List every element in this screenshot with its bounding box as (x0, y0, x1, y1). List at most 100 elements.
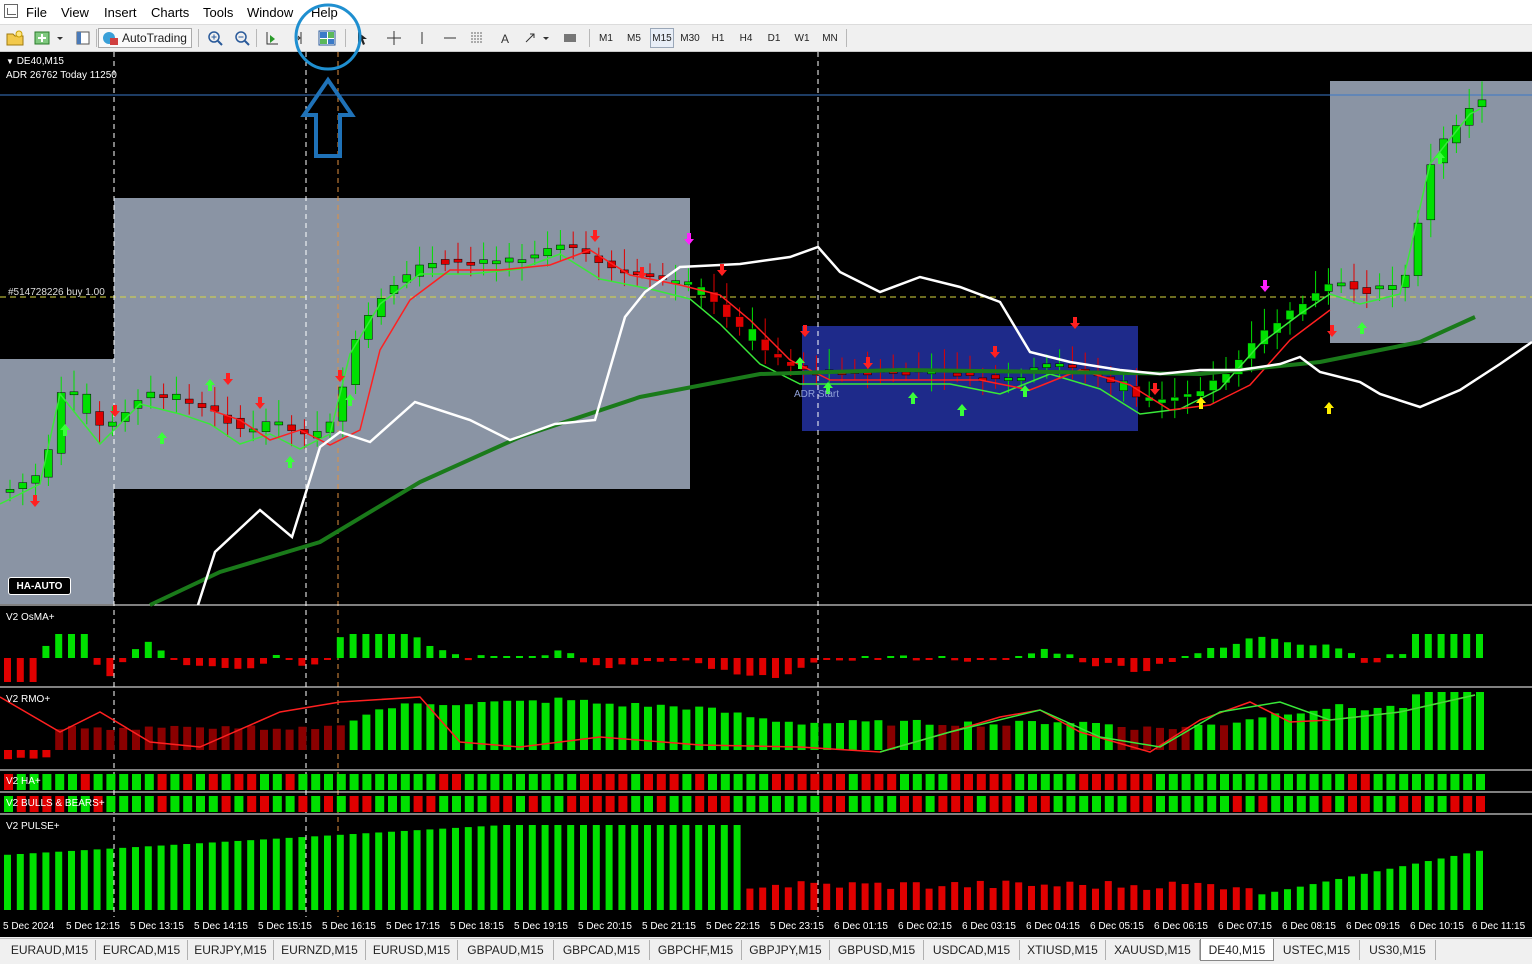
timeframe-m15[interactable]: M15 (650, 28, 674, 48)
timeframe-m1[interactable]: M1 (594, 28, 618, 48)
rmo-bar (1015, 720, 1024, 750)
rmo-bar (1309, 710, 1318, 750)
tab-ustec[interactable]: USTEC,M15 (1274, 940, 1360, 960)
bulls-bears-bar (1412, 796, 1421, 812)
osma-bar (93, 658, 101, 665)
ha-strip-bar (925, 774, 935, 790)
tab-euraud[interactable]: EURAUD,M15 (4, 940, 96, 960)
text-tool-icon[interactable]: A (494, 28, 516, 48)
tab-eurcad[interactable]: EURCAD,M15 (96, 940, 188, 960)
tab-usdcad[interactable]: USDCAD,M15 (924, 940, 1020, 960)
zoom-in-icon[interactable] (204, 28, 226, 48)
osma-bar (464, 658, 472, 661)
ha-strip-bar (1028, 774, 1037, 790)
pulse-bar (669, 825, 677, 910)
menu-charts[interactable]: Charts (151, 5, 189, 20)
annotation-overlay (294, 3, 362, 158)
crosshair-icon[interactable] (383, 28, 405, 48)
tab-gbpcad[interactable]: GBPCAD,M15 (554, 940, 650, 960)
tab-xtiusd[interactable]: XTIUSD,M15 (1020, 940, 1106, 960)
rmo-bar (1002, 725, 1011, 750)
tab-xauusd[interactable]: XAUUSD,M15 (1106, 940, 1200, 960)
rmo-bar (375, 709, 384, 750)
bulls-bears-bar (272, 796, 282, 812)
tab-eurusd[interactable]: EURUSD,M15 (366, 940, 458, 960)
horizontal-line-icon[interactable] (439, 28, 461, 48)
time-label: 6 Dec 02:15 (898, 921, 952, 932)
pulse-bar (516, 825, 523, 910)
timeframe-h4[interactable]: H4 (734, 28, 758, 48)
tab-gbpusd[interactable]: GBPUSD,M15 (830, 940, 924, 960)
rmo-bar (605, 703, 614, 750)
timeframe-w1[interactable]: W1 (790, 28, 814, 48)
pulse-bar (106, 848, 114, 910)
trendline-icon[interactable] (466, 28, 488, 48)
osma-bar (29, 658, 37, 682)
chart-canvas[interactable] (0, 52, 1532, 917)
order-line-label[interactable]: #514728226 buy 1.00 (8, 287, 105, 298)
auto-scroll-icon[interactable] (261, 28, 283, 48)
tab-eurnzd[interactable]: EURNZD,M15 (274, 940, 366, 960)
osma-bar (106, 658, 114, 677)
pulse-bar (554, 825, 562, 910)
timeframe-m5[interactable]: M5 (622, 28, 646, 48)
arrows-tool-icon[interactable] (522, 28, 552, 48)
timeframe-d1[interactable]: D1 (762, 28, 786, 48)
tab-gbpaud[interactable]: GBPAUD,M15 (458, 940, 554, 960)
ha-strip-bar (784, 774, 794, 790)
osma-bar (1079, 658, 1087, 663)
autotrading-button[interactable]: AutoTrading (98, 28, 192, 48)
timeframe-m30[interactable]: M30 (678, 28, 702, 48)
ha-strip-bar (1066, 774, 1076, 790)
time-label: 5 Dec 16:15 (322, 921, 376, 932)
chart-area[interactable]: ▼ DE40,M15 ADR 26762 Today 11250 #514728… (0, 52, 1532, 917)
ha-strip-bar (311, 774, 321, 790)
tab-eurjpy[interactable]: EURJPY,M15 (188, 940, 274, 960)
ha-strip-bar (1271, 774, 1281, 790)
timeframe-mn[interactable]: MN (818, 28, 842, 48)
zoom-out-icon[interactable] (231, 28, 253, 48)
new-chart-icon[interactable] (32, 28, 64, 48)
rmo-bar (912, 719, 921, 750)
tab-gbpjpy[interactable]: GBPJPY,M15 (742, 940, 830, 960)
candle-body (1170, 397, 1180, 402)
ha-strip-bar (388, 774, 397, 790)
rmo-bar (695, 706, 704, 750)
templates-icon[interactable] (559, 28, 581, 48)
pulse-bar (311, 836, 319, 910)
pulse-bar (157, 845, 165, 910)
menu-view[interactable]: View (61, 5, 89, 20)
menu-insert[interactable]: Insert (104, 5, 137, 20)
ha-strip-bar (1015, 774, 1025, 790)
osma-bar (1271, 638, 1279, 658)
osma-bar (1143, 658, 1151, 672)
bulls-bears-bar (477, 796, 487, 812)
menu-file[interactable]: File (26, 5, 47, 20)
menu-tools[interactable]: Tools (203, 5, 233, 20)
candle-body (952, 372, 962, 377)
ha-auto-button[interactable]: HA-AUTO (8, 577, 71, 595)
open-folder-icon[interactable] (4, 28, 26, 48)
osma-bar (900, 655, 907, 658)
bulls-bears-bar (183, 796, 193, 812)
candle-body (440, 259, 450, 265)
time-label: 6 Dec 04:15 (1026, 921, 1080, 932)
osma-bar (452, 654, 459, 658)
bulls-bears-bar (132, 796, 141, 812)
rmo-bar (810, 722, 819, 750)
ha-strip-bar (1104, 774, 1114, 790)
osma-bar (1258, 636, 1266, 658)
vertical-line-icon[interactable] (411, 28, 433, 48)
timeframe-h1[interactable]: H1 (706, 28, 730, 48)
osma-bar (80, 634, 88, 658)
tab-gbpchf[interactable]: GBPCHF,M15 (650, 940, 742, 960)
navigator-icon[interactable] (72, 28, 94, 48)
tab-us30[interactable]: US30,M15 (1360, 940, 1436, 960)
bulls-bears-bar (1104, 796, 1114, 812)
bulls-bears-bar (170, 796, 180, 812)
menu-window[interactable]: Window (247, 5, 293, 20)
tab-de40[interactable]: DE40,M15 (1200, 939, 1274, 961)
candle-body (1285, 310, 1295, 320)
osma-bar (1053, 653, 1061, 658)
osma-bar (912, 658, 920, 661)
